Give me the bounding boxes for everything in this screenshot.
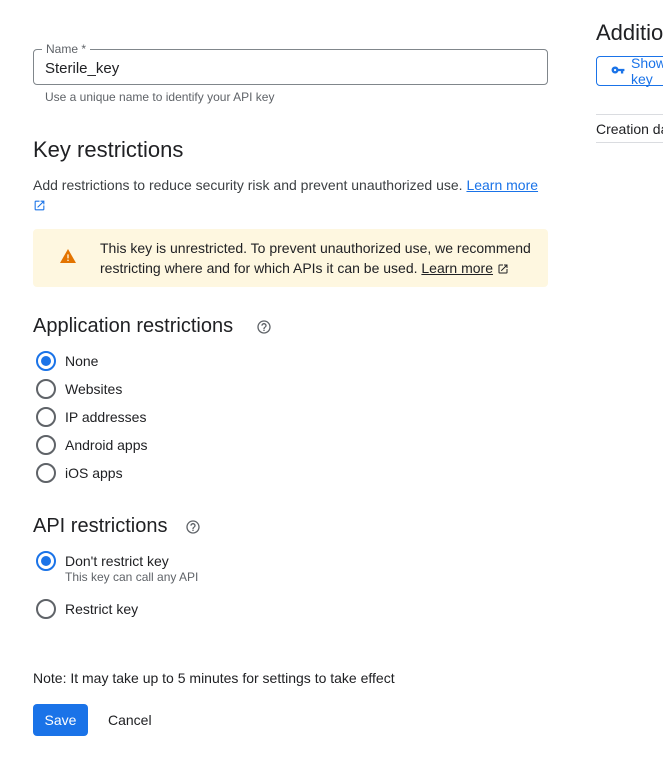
name-input[interactable]	[45, 58, 525, 78]
radio-label: Restrict key	[65, 601, 139, 617]
app-restriction-websites[interactable]: Websites	[36, 379, 122, 399]
radio-button[interactable]	[36, 351, 56, 371]
help-icon[interactable]	[256, 319, 272, 340]
radio-label: Android apps	[65, 437, 148, 453]
api-restriction-dont-restrict[interactable]: Don't restrict key This key can call any…	[36, 551, 198, 584]
radio-label: IP addresses	[65, 409, 147, 425]
key-icon	[611, 63, 625, 80]
radio-button[interactable]	[36, 407, 56, 427]
radio-button[interactable]	[36, 379, 56, 399]
additional-info-title: Additional information	[596, 20, 663, 45]
api-restriction-restrict-key[interactable]: Restrict key	[36, 599, 138, 619]
application-restrictions-title: Application restrictions	[33, 315, 234, 337]
open-in-new-icon[interactable]	[33, 197, 46, 217]
save-button[interactable]: Save	[33, 704, 88, 736]
warning-learn-more-link[interactable]: Learn more	[421, 260, 493, 276]
settings-note: Note: It may take up to 5 minutes for se…	[33, 670, 395, 686]
name-field-label: Name *	[42, 42, 91, 56]
show-key-button[interactable]: Show key	[596, 55, 663, 87]
radio-label: None	[65, 353, 99, 369]
cancel-button[interactable]: Cancel	[100, 704, 160, 736]
radio-button[interactable]	[36, 463, 56, 483]
radio-button[interactable]	[36, 551, 56, 571]
unrestricted-warning-banner: This key is unrestricted. To prevent una…	[33, 229, 548, 287]
radio-sublabel: This key can call any API	[65, 570, 199, 584]
radio-label: iOS apps	[65, 465, 123, 481]
radio-label: Don't restrict key	[65, 553, 169, 569]
name-hint: Use a unique name to identify your API k…	[45, 90, 275, 104]
app-restriction-none[interactable]: None	[36, 351, 98, 371]
divider	[596, 114, 663, 115]
warning-text: This key is unrestricted. To prevent una…	[100, 238, 540, 280]
open-in-new-icon[interactable]	[497, 260, 509, 280]
app-restriction-android-apps[interactable]: Android apps	[36, 435, 148, 455]
radio-button[interactable]	[36, 435, 56, 455]
key-restrictions-learn-more-link[interactable]: Learn more	[466, 177, 538, 193]
api-restrictions-title: API restrictions	[33, 515, 168, 537]
radio-button[interactable]	[36, 599, 56, 619]
key-restrictions-text: Add restrictions to reduce security risk…	[33, 177, 463, 193]
help-icon[interactable]	[185, 519, 201, 540]
api-key-edit-page: Name * Use a unique name to identify you…	[0, 0, 663, 780]
radio-label-group: Don't restrict key This key can call any…	[65, 551, 198, 584]
radio-label: Websites	[65, 381, 123, 397]
key-restrictions-title: Key restrictions	[33, 137, 184, 162]
key-restrictions-description: Add restrictions to reduce security risk…	[33, 175, 553, 217]
app-restriction-ip-addresses[interactable]: IP addresses	[36, 407, 146, 427]
divider	[596, 142, 663, 143]
warning-icon	[60, 249, 76, 268]
creation-date-label: Creation date	[596, 121, 663, 137]
app-restriction-ios-apps[interactable]: iOS apps	[36, 463, 123, 483]
name-field[interactable]: Name *	[33, 42, 548, 85]
show-key-label: Show key	[631, 55, 663, 87]
